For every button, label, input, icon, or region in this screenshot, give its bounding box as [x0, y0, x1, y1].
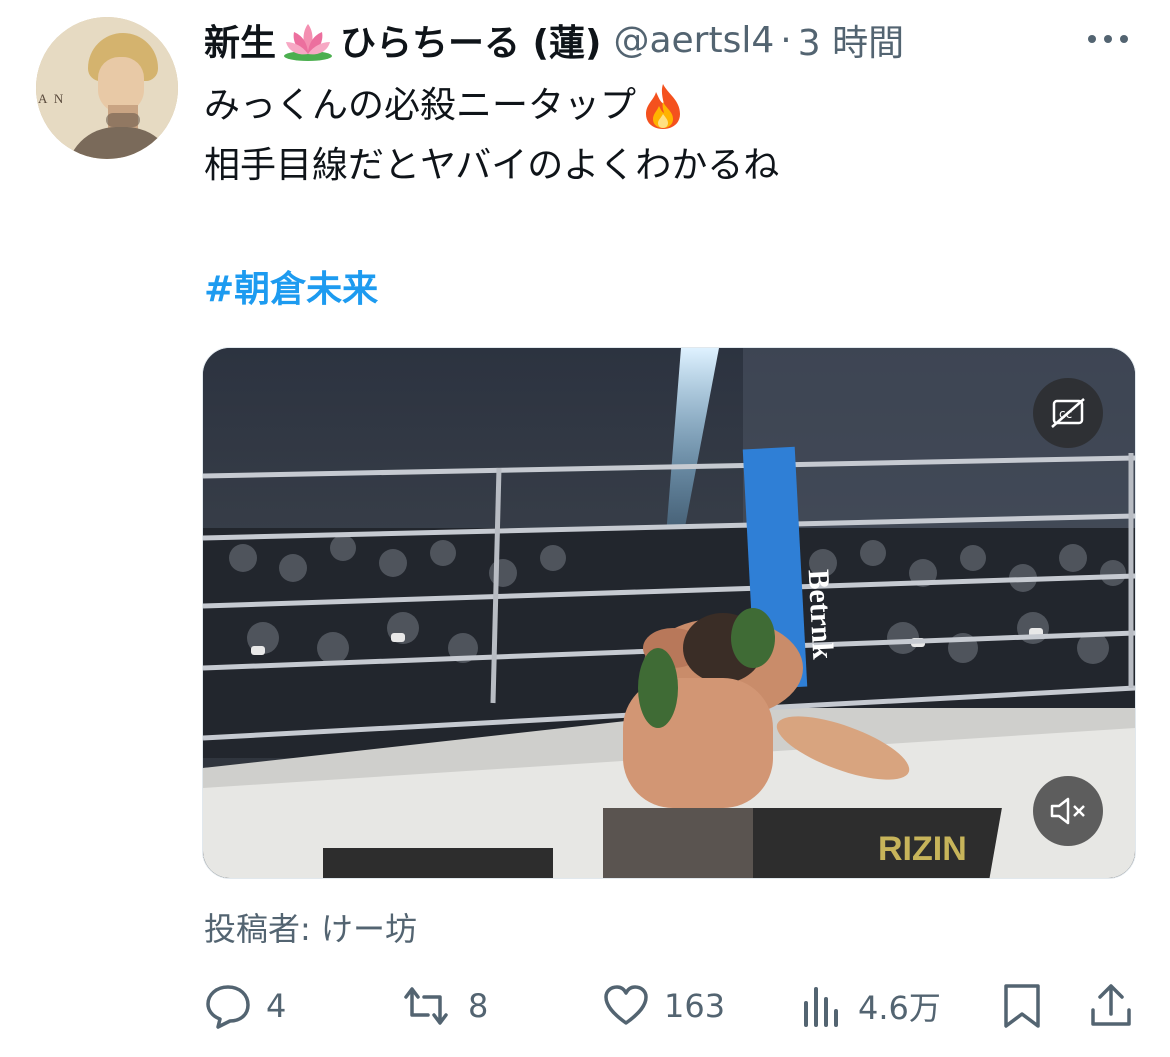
video-author-credit[interactable]: 投稿者: けー坊 — [204, 904, 417, 950]
mute-toggle[interactable] — [1033, 776, 1103, 846]
share-icon — [1091, 984, 1131, 1026]
banner-text: Betrnk — [802, 569, 840, 661]
display-name[interactable]: 新生 — [204, 14, 276, 66]
tweet-text: 相手目線だとヤバイのよくわかるね — [204, 145, 780, 186]
retweet-count: 8 — [468, 987, 489, 1025]
video-frame: RIZIN Betrnk — [203, 348, 1135, 878]
retweet-button[interactable]: 8 — [398, 978, 488, 1034]
tweet-text-line: みっくんの必殺ニータップ — [204, 82, 686, 130]
display-name-rest[interactable]: ひらちーる (蓮) — [340, 14, 601, 66]
separator: · — [780, 19, 792, 61]
reply-icon — [206, 985, 250, 1029]
bookmark-icon — [1004, 984, 1040, 1028]
views-button[interactable]: 4.6万 — [800, 978, 941, 1034]
muted-speaker-icon — [1050, 797, 1085, 825]
retweet-icon — [404, 987, 448, 1025]
captions-button[interactable]: cc — [1033, 378, 1103, 448]
fire-icon — [640, 82, 686, 130]
like-count: 163 — [664, 987, 726, 1025]
share-button[interactable] — [1088, 978, 1134, 1034]
tweet-text-line: 相手目線だとヤバイのよくわかるね — [204, 142, 779, 190]
hashtag-link[interactable]: #朝倉未来 — [204, 266, 378, 314]
tweet-header: 新生 ひらちーる (蓮) @aertsl4 · 3 時間 — [204, 12, 904, 68]
user-handle[interactable]: @aertsl4 — [613, 20, 774, 61]
ellipsis-icon — [1088, 35, 1128, 43]
reply-button[interactable]: 4 — [204, 978, 286, 1034]
views-count: 4.6万 — [858, 989, 941, 1027]
timestamp[interactable]: 3 時間 — [798, 14, 904, 66]
video-player[interactable]: RIZIN Betrnk cc — [202, 347, 1136, 879]
reply-count: 4 — [266, 987, 287, 1025]
mat-logo: RIZIN — [878, 830, 967, 868]
captions-off-icon: cc — [1051, 398, 1085, 428]
avatar[interactable]: A N — [36, 17, 178, 159]
lotus-icon — [282, 18, 334, 62]
bookmark-button[interactable] — [1000, 978, 1044, 1034]
more-options-button[interactable] — [1082, 22, 1134, 56]
views-chart-icon — [804, 987, 838, 1027]
tweet-text: みっくんの必殺ニータップ — [204, 85, 637, 126]
like-button[interactable]: 163 — [602, 978, 725, 1034]
heart-icon — [604, 985, 648, 1025]
